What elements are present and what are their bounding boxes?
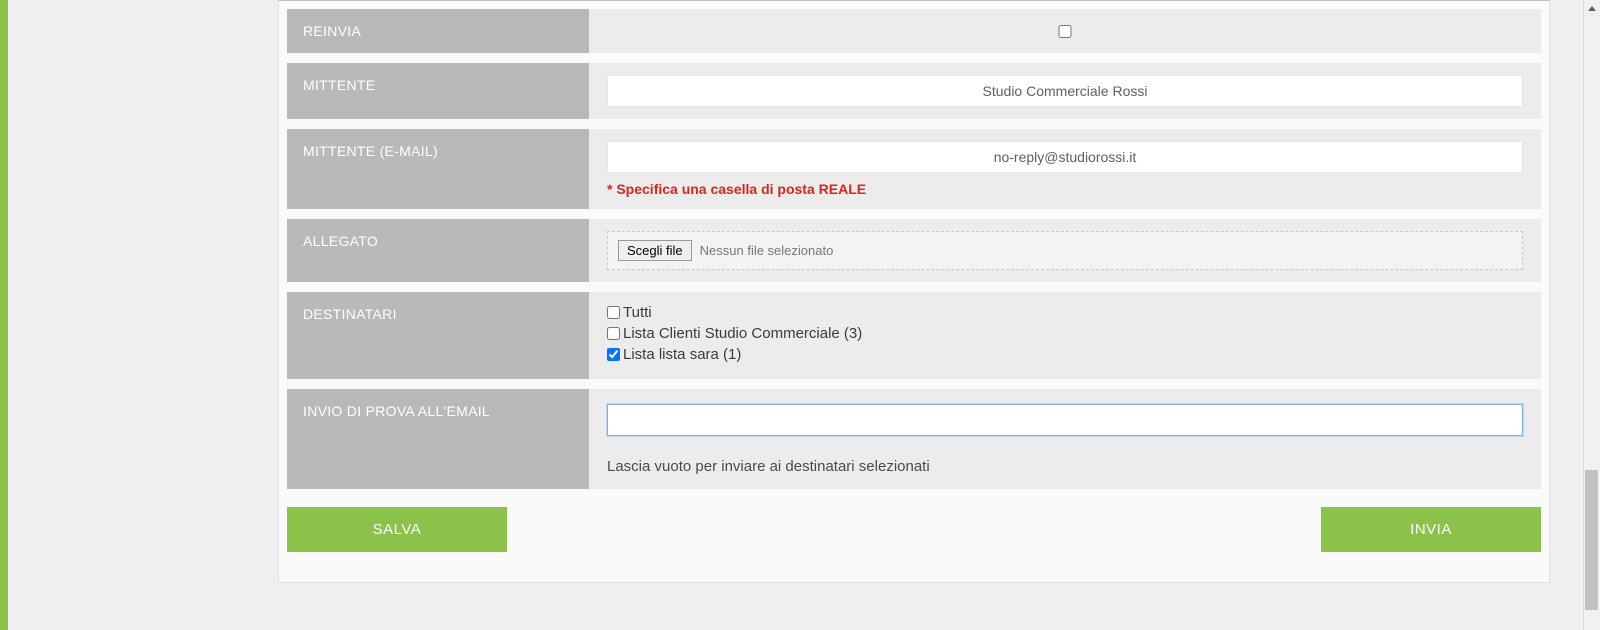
- dest-option-clienti: Lista Clienti Studio Commerciale (3): [607, 325, 1523, 342]
- control-mittente-email: * Specifica una casella di posta REALE: [589, 129, 1541, 209]
- row-mittente: MITTENTE: [287, 63, 1541, 119]
- scroll-thumb[interactable]: [1585, 470, 1598, 610]
- control-reinvia: [589, 9, 1541, 53]
- label-mittente: MITTENTE: [287, 63, 589, 119]
- button-row: SALVA INVIA: [287, 507, 1541, 552]
- control-invio-prova: Lascia vuoto per inviare ai destinatari …: [589, 389, 1541, 489]
- control-mittente: [589, 63, 1541, 119]
- save-button[interactable]: SALVA: [287, 507, 507, 552]
- file-status-text: Nessun file selezionato: [700, 243, 834, 258]
- dest-option-sara: Lista lista sara (1): [607, 346, 1523, 363]
- dest-label-clienti: Lista Clienti Studio Commerciale (3): [623, 325, 862, 342]
- row-destinatari: DESTINATARI Tutti Lista Clienti Studio C…: [287, 292, 1541, 379]
- scroll-up-icon[interactable]: [1583, 0, 1600, 17]
- row-invio-prova: INVIO DI PROVA ALL'EMAIL Lascia vuoto pe…: [287, 389, 1541, 489]
- control-destinatari: Tutti Lista Clienti Studio Commerciale (…: [589, 292, 1541, 379]
- file-input-wrap[interactable]: Scegli file Nessun file selezionato: [607, 231, 1523, 270]
- label-mittente-email: MITTENTE (E-MAIL): [287, 129, 589, 209]
- control-allegato: Scegli file Nessun file selezionato: [589, 219, 1541, 282]
- label-destinatari: DESTINATARI: [287, 292, 589, 379]
- dest-checkbox-tutti[interactable]: [607, 306, 620, 319]
- invio-prova-input[interactable]: [607, 404, 1523, 436]
- dest-checkbox-sara[interactable]: [607, 348, 620, 361]
- dest-label-sara: Lista lista sara (1): [623, 346, 741, 363]
- mittente-input[interactable]: [607, 75, 1523, 107]
- accent-bar: [0, 0, 8, 630]
- send-button[interactable]: INVIA: [1321, 507, 1541, 552]
- form-container: REINVIA MITTENTE MITTENTE (E-MAIL) * Spe…: [278, 0, 1550, 583]
- invio-prova-hint: Lascia vuoto per inviare ai destinatari …: [607, 458, 1523, 475]
- label-allegato: ALLEGATO: [287, 219, 589, 282]
- mittente-email-hint: * Specifica una casella di posta REALE: [607, 181, 1523, 197]
- row-reinvia: REINVIA: [287, 9, 1541, 53]
- row-allegato: ALLEGATO Scegli file Nessun file selezio…: [287, 219, 1541, 282]
- file-choose-button[interactable]: Scegli file: [618, 240, 692, 261]
- label-invio-prova: INVIO DI PROVA ALL'EMAIL: [287, 389, 589, 489]
- content-area: REINVIA MITTENTE MITTENTE (E-MAIL) * Spe…: [8, 0, 1600, 630]
- mittente-email-input[interactable]: [607, 141, 1523, 173]
- scrollbar[interactable]: [1583, 0, 1600, 630]
- dest-option-tutti: Tutti: [607, 304, 1523, 321]
- row-mittente-email: MITTENTE (E-MAIL) * Specifica una casell…: [287, 129, 1541, 209]
- reinvia-checkbox[interactable]: [589, 25, 1541, 38]
- dest-checkbox-clienti[interactable]: [607, 327, 620, 340]
- dest-label-tutti: Tutti: [623, 304, 652, 321]
- label-reinvia: REINVIA: [287, 9, 589, 53]
